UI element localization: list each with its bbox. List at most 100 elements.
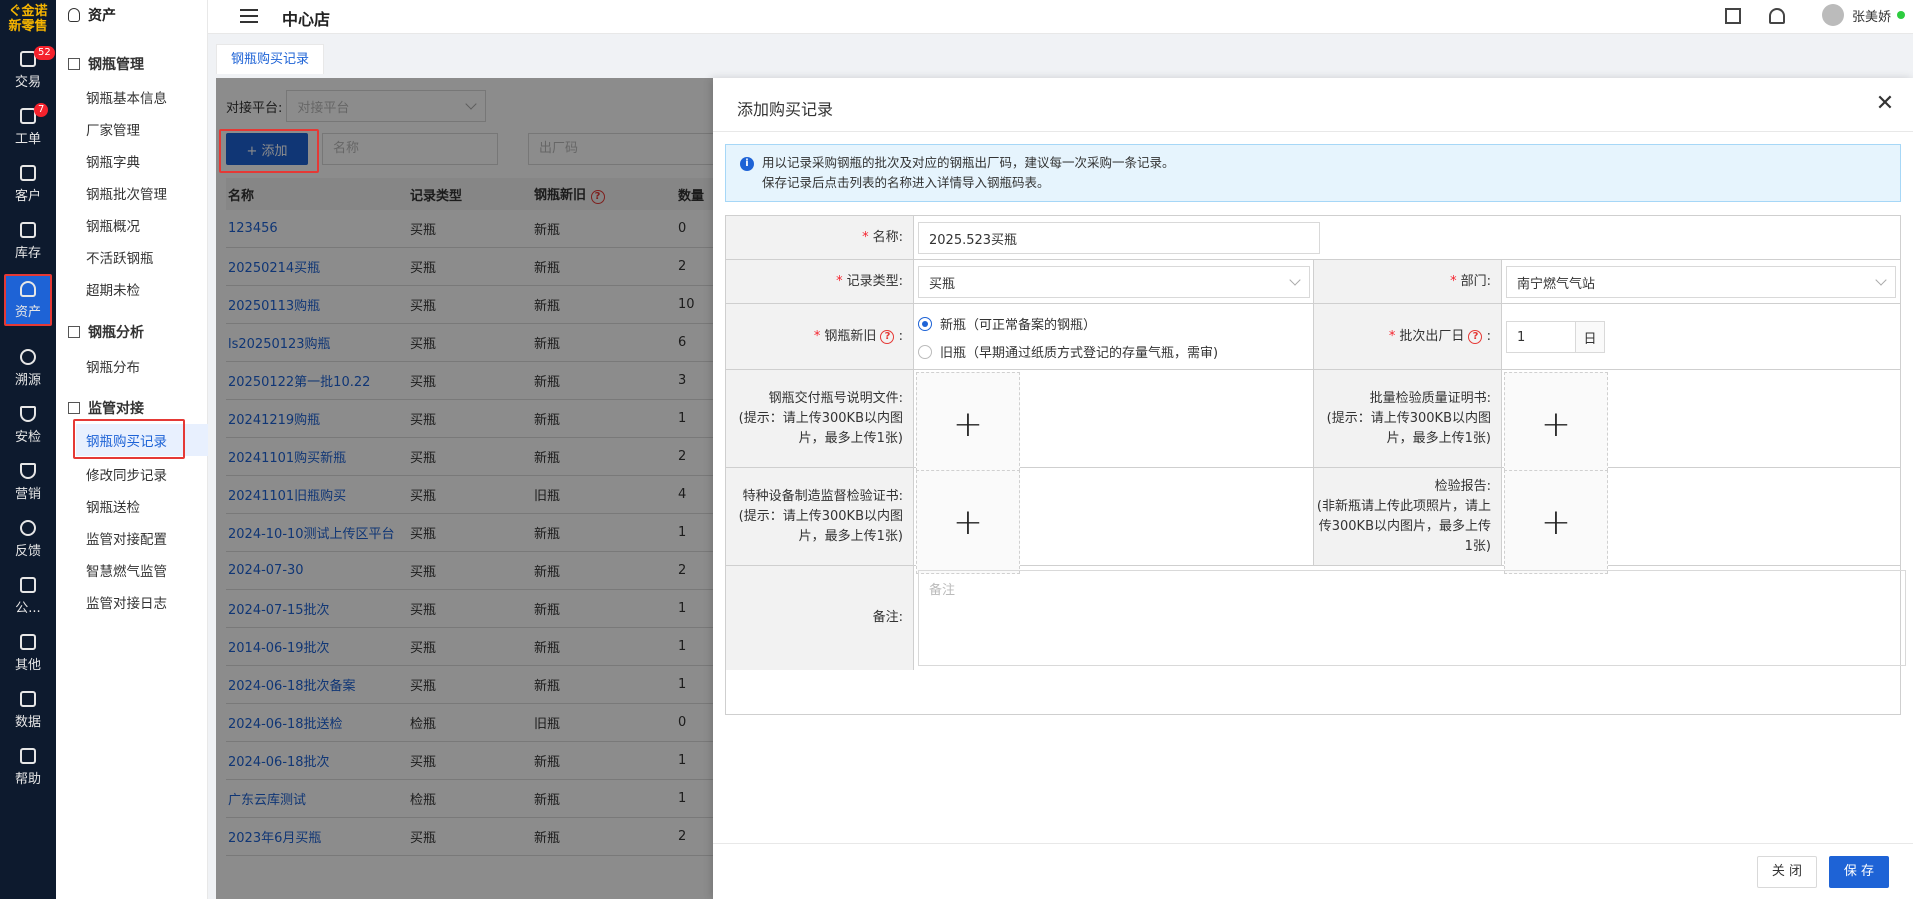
sidebar-item[interactable]: 超期未检	[86, 279, 140, 299]
app-rail: ぐ金诺 新零售 52 交易 7 工单 客户 库存 资产 溯源 安检 营销 反馈 公.…	[0, 0, 56, 899]
drawer-header: 添加购买记录 ✕	[713, 78, 1913, 132]
name-input[interactable]: 2025.523买瓶	[918, 222, 1320, 254]
rail-item-help[interactable]: 帮助	[4, 741, 52, 793]
help-icon[interactable]: ?	[1468, 329, 1483, 344]
type-select[interactable]: 买瓶	[918, 266, 1310, 298]
ticket-icon: 7	[20, 102, 49, 124]
type-label-text: 记录类型:	[846, 273, 903, 289]
name-cell: 2025.523买瓶	[914, 216, 1900, 260]
upload2-cell: +	[1502, 370, 1900, 476]
batch-cell: 1 日	[1502, 304, 1900, 370]
dept-select[interactable]: 南宁燃气气站	[1506, 266, 1896, 298]
upload3-plus-icon[interactable]: +	[916, 470, 1020, 574]
batch-unit: 日	[1575, 321, 1605, 353]
save-button[interactable]: 保 存	[1828, 856, 1889, 888]
rail-label: 营销	[14, 486, 41, 502]
rail-item-other[interactable]: 其他	[4, 627, 52, 679]
tab-purchase-record[interactable]: 钢瓶购买记录	[216, 44, 325, 74]
sidebar-item[interactable]: 钢瓶送检	[86, 496, 140, 516]
sidebar-item[interactable]: 钢瓶分布	[86, 356, 140, 376]
rail-item-asset[interactable]: 资产	[4, 274, 52, 326]
rail-label: 库存	[14, 245, 41, 261]
help-icon[interactable]: ?	[880, 329, 895, 344]
sidebar-item[interactable]: 钢瓶基本信息	[86, 87, 167, 107]
rail-item-trade[interactable]: 52 交易	[4, 44, 55, 96]
type-cell: 买瓶	[914, 260, 1314, 304]
rail-label: 帮助	[14, 771, 41, 787]
newold-label: * 钢瓶新旧 ? :	[726, 304, 914, 370]
rail-label: 溯源	[14, 372, 41, 388]
dept-value: 南宁燃气气站	[1517, 276, 1596, 292]
radio-unchecked	[918, 344, 932, 359]
radio-new[interactable]: 新瓶（可正常备案的钢瓶）	[918, 314, 1096, 333]
upload2-plus-icon[interactable]: +	[1504, 372, 1608, 476]
close-button[interactable]: 关 闭	[1756, 856, 1817, 888]
chevron-down-icon	[1875, 274, 1887, 286]
rail-label: 反馈	[14, 543, 41, 559]
qrcode-icon[interactable]	[1725, 8, 1741, 24]
name-label: * 名称:	[726, 216, 914, 260]
chart-icon	[20, 690, 36, 707]
close-icon[interactable]: ✕	[1875, 93, 1895, 115]
dept-cell: 南宁燃气气站	[1502, 260, 1900, 304]
sidebar-item[interactable]: 修改同步记录	[86, 464, 167, 484]
upload1-plus-icon[interactable]: +	[916, 372, 1020, 476]
rail-item-marketing[interactable]: 营销	[4, 456, 52, 508]
chevron-down-icon	[1289, 274, 1301, 286]
highlight-box	[73, 419, 185, 459]
rail-item-notice[interactable]: 公...	[4, 570, 52, 622]
upload4-plus-icon[interactable]: +	[1504, 470, 1608, 574]
group-label: 监管对接	[88, 401, 144, 417]
user-menu[interactable]: 张美娇	[1821, 4, 1905, 26]
megaphone-icon	[20, 576, 36, 593]
bulb-icon	[68, 8, 80, 22]
sidebar-item[interactable]: 监管对接日志	[86, 592, 167, 612]
book-icon	[20, 747, 36, 764]
dept-label-text: 部门:	[1460, 273, 1491, 289]
group-cylinder-analysis[interactable]: 钢瓶分析	[68, 322, 144, 342]
rail-item-stock[interactable]: 库存	[4, 215, 52, 267]
rail-item-feedback[interactable]: 反馈	[4, 513, 52, 565]
sidebar-item[interactable]: 钢瓶字典	[86, 151, 140, 171]
page-scrollbar[interactable]	[1913, 0, 1919, 899]
sidebar-item[interactable]: 钢瓶批次管理	[86, 183, 167, 203]
radio-checked	[918, 316, 932, 331]
info-icon: i	[740, 157, 754, 171]
bell-icon[interactable]	[1769, 8, 1785, 24]
sidebar-item[interactable]: 钢瓶概况	[86, 215, 140, 235]
list-icon	[68, 58, 80, 70]
remark-textarea[interactable]: 备注	[918, 570, 1906, 666]
overlay-mask[interactable]	[216, 78, 713, 899]
record-form: * 名称: 2025.523买瓶 * 记录类型: 买瓶 * 部门: 南宁燃气气站 * 钢…	[725, 215, 1906, 715]
brand-logo: ぐ金诺 新零售	[0, 0, 56, 38]
upload3-label: 特种设备制造监督检验证书: (提示：请上传300KB以内图片，最多上传1张)	[726, 468, 914, 566]
brand-line1: ぐ金诺	[8, 4, 48, 19]
rail-item-trace[interactable]: 溯源	[4, 342, 52, 394]
sidebar-item[interactable]: 厂家管理	[86, 119, 140, 139]
sidebar-item[interactable]: 智慧燃气监管	[86, 560, 167, 580]
upload1-cell: +	[914, 370, 1314, 476]
drawer-title: 添加购买记录	[737, 100, 834, 119]
sidebar-title-text: 资产	[88, 8, 116, 24]
group-label: 钢瓶分析	[88, 325, 144, 341]
rail-item-ticket[interactable]: 7 工单	[4, 101, 52, 153]
type-label: * 记录类型:	[726, 260, 914, 304]
shield-icon	[20, 405, 36, 422]
rail-item-customer[interactable]: 客户	[4, 158, 52, 210]
store-name: 中心店	[282, 10, 331, 29]
rail-item-safety[interactable]: 安检	[4, 399, 52, 451]
remark-label: 备注:	[726, 566, 914, 670]
group-supervision[interactable]: 监管对接	[68, 398, 144, 418]
upload4-label: 检验报告: (非新瓶请上传此项照片，请上传300KB以内图片，最多上传1张)	[1314, 468, 1502, 566]
menu-fold-icon[interactable]	[240, 9, 258, 23]
radio-old-label: 旧瓶（早期通过纸质方式登记的存量气瓶，需审)	[940, 346, 1219, 361]
sidebar-item[interactable]: 不活跃钢瓶	[86, 247, 154, 267]
sidebar-item[interactable]: 监管对接配置	[86, 528, 167, 548]
batch-input[interactable]: 1	[1506, 321, 1576, 353]
batch-value: 1	[1517, 329, 1526, 345]
newold-cell: 新瓶（可正常备案的钢瓶） 旧瓶（早期通过纸质方式登记的存量气瓶，需审)	[914, 304, 1314, 370]
ticket-badge: 7	[34, 102, 49, 117]
group-cylinder-mgmt[interactable]: 钢瓶管理	[68, 54, 144, 74]
rail-item-data[interactable]: 数据	[4, 684, 52, 736]
radio-old[interactable]: 旧瓶（早期通过纸质方式登记的存量气瓶，需审)	[918, 342, 1218, 361]
